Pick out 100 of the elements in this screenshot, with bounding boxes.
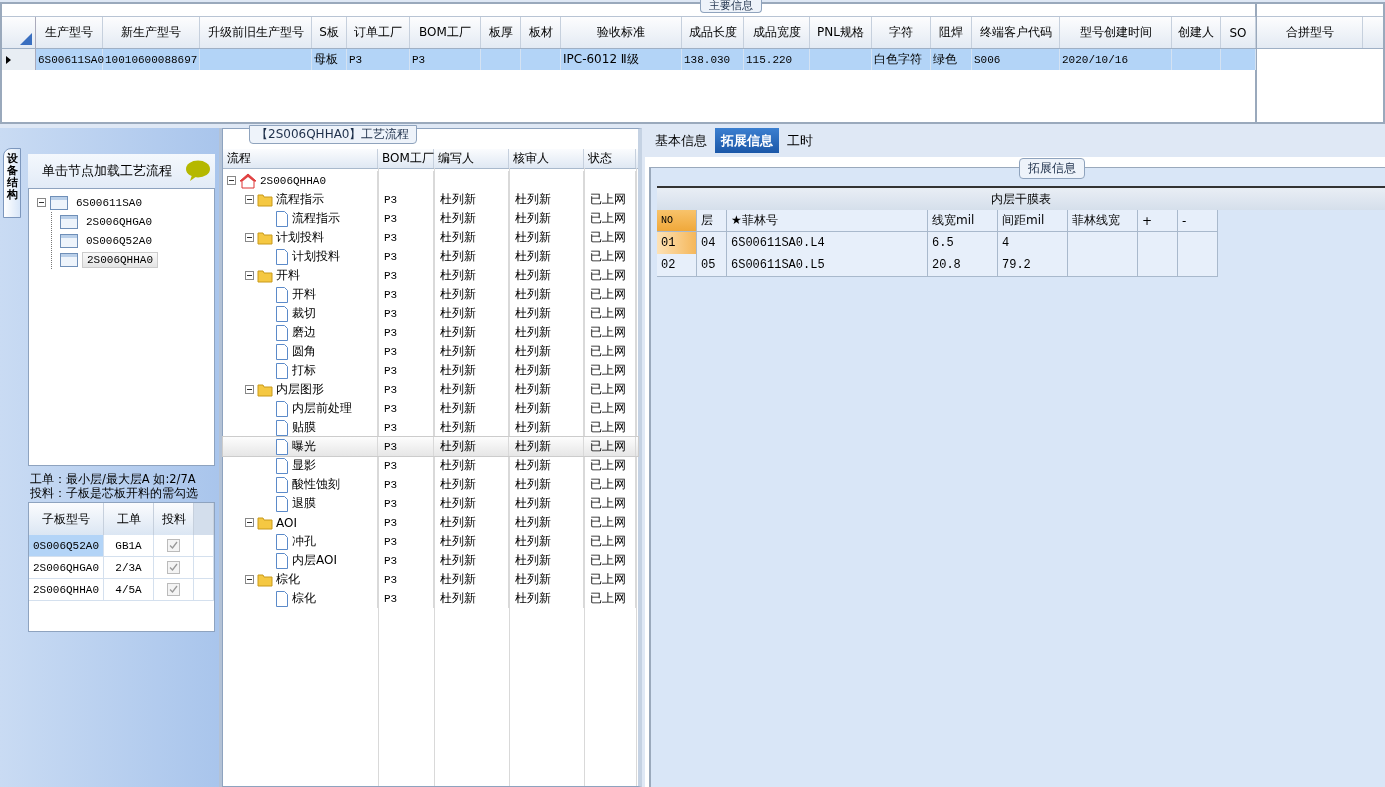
column-header[interactable]: 工单 — [104, 503, 154, 535]
column-header[interactable]: 编写人 — [434, 149, 509, 168]
folder-icon — [257, 268, 273, 283]
tree-item[interactable]: 2S006QHHA0 — [82, 251, 158, 268]
column-header[interactable]: 核审人 — [509, 149, 584, 168]
table-cell: 已上网 — [590, 286, 626, 303]
collapse-icon[interactable] — [245, 233, 254, 242]
row-number[interactable]: 02 — [657, 254, 697, 277]
flow-step: 冲孔 — [292, 533, 316, 550]
collapse-icon[interactable] — [37, 198, 46, 207]
column-header[interactable]: 状态 — [584, 149, 636, 168]
table-cell: P3 — [412, 53, 426, 66]
column-header[interactable]: 间距mil — [998, 210, 1068, 232]
column-header[interactable]: 成品宽度 — [744, 17, 810, 48]
flow-row[interactable]: 磨边 P3 杜列新 杜列新 已上网 — [223, 323, 638, 342]
column-header[interactable]: 层 — [697, 210, 727, 232]
flow-row[interactable]: 计划投料 P3 杜列新 杜列新 已上网 — [223, 247, 638, 266]
column-header[interactable]: ★菲林号 — [727, 210, 928, 232]
table-cell: 杜列新 — [515, 552, 551, 569]
tree-item[interactable]: 6S00611SA0 — [72, 195, 146, 210]
table-cell: 杜列新 — [515, 438, 551, 455]
flow-row[interactable]: AOI P3 杜列新 杜列新 已上网 — [223, 513, 638, 532]
column-header[interactable]: 流程 — [223, 149, 378, 168]
column-header[interactable]: NO — [657, 210, 697, 232]
row-number[interactable]: 01 — [657, 232, 697, 255]
table-cell[interactable]: 2S006QHGA0 — [29, 557, 104, 578]
tree-item[interactable]: 0S006Q52A0 — [82, 233, 156, 248]
column-header[interactable]: BOM工厂 — [378, 149, 434, 168]
table-cell[interactable]: 0S006Q52A0 — [29, 535, 104, 556]
column-header[interactable]: - — [1178, 210, 1218, 232]
tree-item[interactable]: 2S006QHGA0 — [82, 214, 156, 229]
flow-row[interactable]: 酸性蚀刻 P3 杜列新 杜列新 已上网 — [223, 475, 638, 494]
checkbox[interactable] — [167, 539, 180, 552]
flow-row[interactable]: 棕化 P3 杜列新 杜列新 已上网 — [223, 589, 638, 608]
checkbox[interactable] — [167, 583, 180, 596]
document-icon — [275, 248, 289, 265]
column-header[interactable]: 线宽mil — [928, 210, 998, 232]
column-header[interactable]: PNL规格 — [810, 17, 872, 48]
flow-row[interactable]: 开料 P3 杜列新 杜列新 已上网 — [223, 266, 638, 285]
column-header[interactable]: 新生产型号 — [103, 17, 200, 48]
flow-row[interactable]: 流程指示 P3 杜列新 杜列新 已上网 — [223, 190, 638, 209]
collapse-icon[interactable] — [245, 195, 254, 204]
column-header[interactable]: 字符 — [872, 17, 931, 48]
tab[interactable]: 基本信息 — [649, 128, 713, 153]
flow-row[interactable]: 显影 P3 杜列新 杜列新 已上网 — [223, 456, 638, 475]
table-cell — [1178, 254, 1218, 277]
document-icon — [275, 324, 289, 341]
table-cell: 2020/10/16 — [1062, 53, 1128, 66]
flow-row[interactable]: 内层前处理 P3 杜列新 杜列新 已上网 — [223, 399, 638, 418]
column-header[interactable]: 阻焊 — [931, 17, 972, 48]
table-cell: 已上网 — [590, 343, 626, 360]
column-header[interactable]: 板厚 — [481, 17, 521, 48]
column-header[interactable]: 菲林线宽 — [1068, 210, 1138, 232]
checkbox[interactable] — [167, 561, 180, 574]
column-header[interactable]: 订单工厂 — [347, 17, 410, 48]
flow-row[interactable]: 裁切 P3 杜列新 杜列新 已上网 — [223, 304, 638, 323]
folder-icon — [257, 192, 273, 207]
table-cell: 已上网 — [590, 400, 626, 417]
flow-row[interactable]: 计划投料 P3 杜列新 杜列新 已上网 — [223, 228, 638, 247]
flow-row[interactable]: 内层AOI P3 杜列新 杜列新 已上网 — [223, 551, 638, 570]
table-cell[interactable]: 2S006QHHA0 — [29, 579, 104, 600]
flow-row[interactable]: 流程指示 P3 杜列新 杜列新 已上网 — [223, 209, 638, 228]
column-header[interactable]: 验收标准 — [561, 17, 682, 48]
collapse-icon[interactable] — [245, 518, 254, 527]
flow-row[interactable]: 开料 P3 杜列新 杜列新 已上网 — [223, 285, 638, 304]
flow-row[interactable]: 棕化 P3 杜列新 杜列新 已上网 — [223, 570, 638, 589]
side-tab[interactable]: 设备结构 — [3, 148, 21, 218]
table-cell: 杜列新 — [515, 476, 551, 493]
document-icon — [275, 286, 289, 303]
collapse-icon[interactable] — [245, 575, 254, 584]
column-header[interactable]: 创建人 — [1172, 17, 1221, 48]
column-header[interactable]: 板材 — [521, 17, 561, 48]
collapse-icon[interactable] — [245, 271, 254, 280]
document-icon — [275, 362, 289, 379]
column-header[interactable]: + — [1138, 210, 1178, 232]
flow-row[interactable]: 退膜 P3 杜列新 杜列新 已上网 — [223, 494, 638, 513]
tab[interactable]: 拓展信息 — [715, 128, 779, 153]
tab[interactable]: 工时 — [781, 128, 819, 153]
column-header[interactable]: 升级前旧生产型号 — [200, 17, 312, 48]
table-cell: 杜列新 — [440, 229, 476, 246]
column-header[interactable]: 终端客户代码 — [972, 17, 1060, 48]
table-cell: 6S00611SA0 — [38, 53, 104, 66]
flow-row[interactable]: 内层图形 P3 杜列新 杜列新 已上网 — [223, 380, 638, 399]
table-cell: 杜列新 — [440, 590, 476, 607]
column-header[interactable]: 生产型号 — [36, 17, 103, 48]
column-header[interactable]: S板 — [312, 17, 347, 48]
flow-row[interactable]: 圆角 P3 杜列新 杜列新 已上网 — [223, 342, 638, 361]
table-cell: 已上网 — [590, 229, 626, 246]
flow-row[interactable]: 打标 P3 杜列新 杜列新 已上网 — [223, 361, 638, 380]
column-header[interactable]: SO — [1221, 17, 1256, 48]
column-header[interactable]: 成品长度 — [682, 17, 744, 48]
column-header[interactable]: BOM工厂 — [410, 17, 481, 48]
table-cell: 杜列新 — [515, 362, 551, 379]
flow-row[interactable]: 曝光 P3 杜列新 杜列新 已上网 — [223, 437, 638, 456]
collapse-icon[interactable] — [245, 385, 254, 394]
column-header[interactable]: 型号创建时间 — [1060, 17, 1172, 48]
table-row[interactable]: 6S00611SA010010600088697 母板 P3 P3 IPC-6012 Ⅱ级 138.030 115.220 白色字符 绿色 S006 2020/10/16 — [2, 49, 1255, 70]
collapse-icon[interactable] — [227, 176, 236, 185]
flow-row[interactable]: 冲孔 P3 杜列新 杜列新 已上网 — [223, 532, 638, 551]
flow-row[interactable]: 2S006QHHA0 — [223, 171, 638, 190]
